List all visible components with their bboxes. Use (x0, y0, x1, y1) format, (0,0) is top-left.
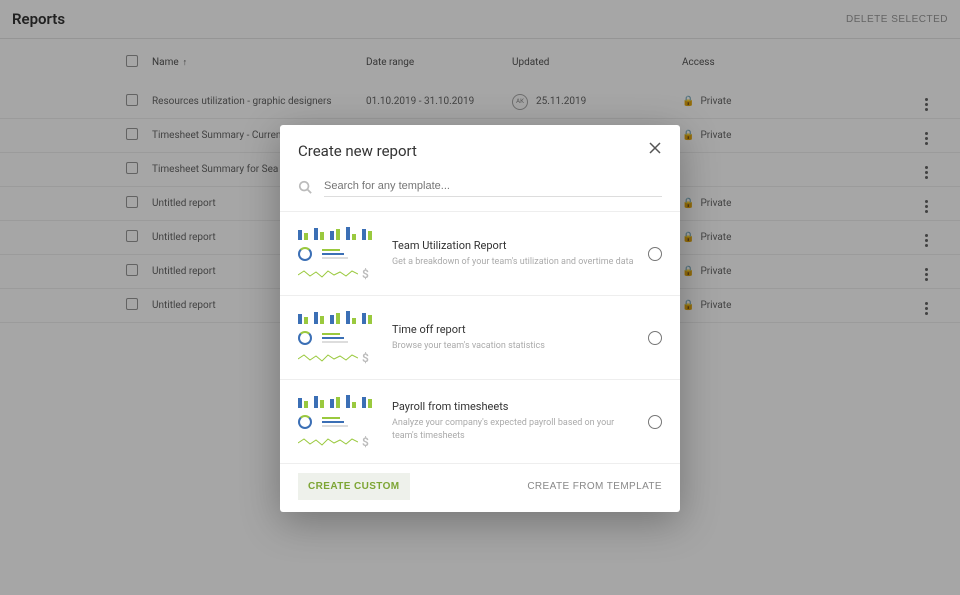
create-from-template-button[interactable]: CREATE FROM TEMPLATE (527, 481, 662, 492)
template-description: Browse your team's vacation statistics (392, 340, 634, 353)
donut-icon (298, 331, 312, 345)
template-radio[interactable] (648, 331, 662, 345)
dollar-icon: $ (362, 435, 369, 449)
sparkline-icon (298, 353, 358, 363)
modal-footer: CREATE CUSTOM CREATE FROM TEMPLATE (280, 461, 680, 512)
donut-icon (298, 415, 312, 429)
template-title: Team Utilization Report (392, 239, 634, 252)
create-custom-button[interactable]: CREATE CUSTOM (298, 473, 410, 500)
close-button[interactable] (648, 141, 662, 160)
close-icon (648, 141, 662, 155)
sparkline-icon (298, 269, 358, 279)
donut-icon (298, 247, 312, 261)
template-description: Analyze your company's expected payroll … (392, 417, 634, 442)
search-row (280, 172, 680, 211)
modal-title: Create new report (298, 142, 417, 160)
dollar-icon: $ (362, 351, 369, 365)
dollar-icon: $ (362, 267, 369, 281)
template-radio[interactable] (648, 247, 662, 261)
template-title: Payroll from timesheets (392, 400, 634, 413)
template-list: $ Team Utilization Report Get a breakdow… (280, 211, 680, 461)
template-item[interactable]: $ Payroll from timesheets Analyze your c… (280, 380, 680, 464)
template-description: Get a breakdown of your team's utilizati… (392, 256, 634, 269)
create-report-modal: Create new report $ Team Utilization Rep… (280, 125, 680, 512)
template-thumbnail: $ (298, 226, 378, 281)
sparkline-icon (298, 437, 358, 447)
template-thumbnail: $ (298, 310, 378, 365)
search-icon (298, 180, 312, 194)
template-title: Time off report (392, 323, 634, 336)
template-item[interactable]: $ Team Utilization Report Get a breakdow… (280, 212, 680, 296)
template-item[interactable]: $ Time off report Browse your team's vac… (280, 296, 680, 380)
template-search-input[interactable] (324, 176, 662, 197)
template-radio[interactable] (648, 415, 662, 429)
template-thumbnail: $ (298, 394, 378, 449)
modal-header: Create new report (280, 125, 680, 172)
